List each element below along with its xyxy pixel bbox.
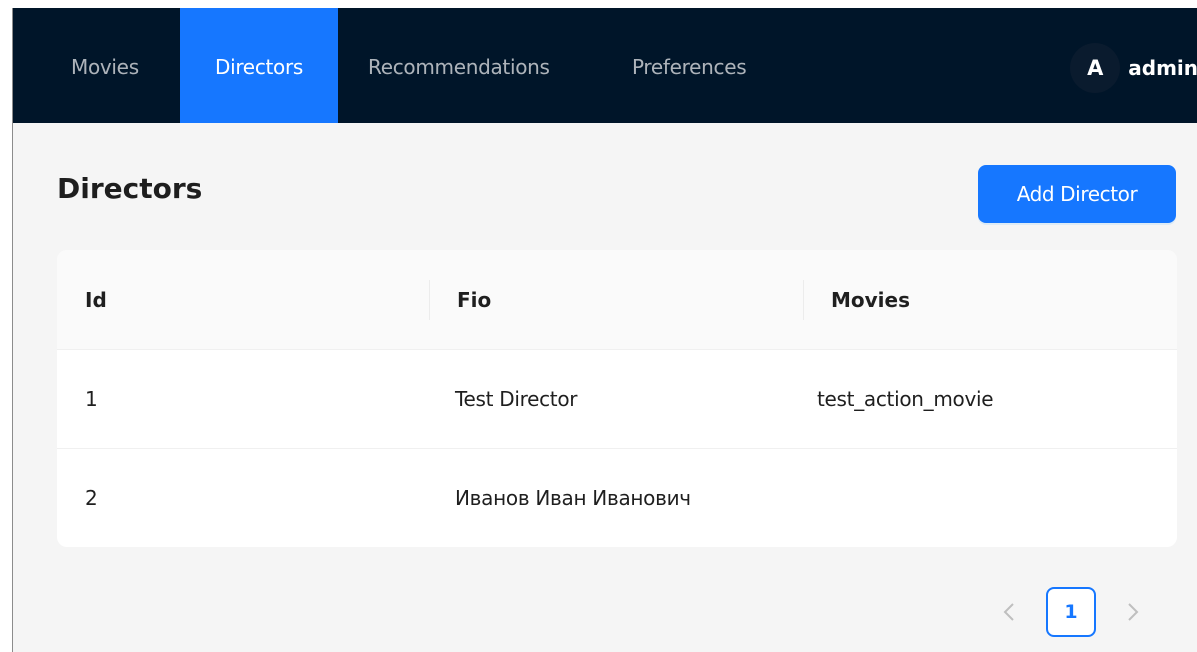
column-header-movies: Movies	[803, 250, 1177, 350]
add-director-button[interactable]: Add Director	[978, 165, 1176, 223]
nav-item-movies[interactable]: Movies	[71, 8, 139, 123]
table-row: 2 Иванов Иван Иванович	[57, 449, 1177, 548]
cell-fio: Test Director	[429, 349, 803, 449]
chevron-left-icon[interactable]	[983, 586, 1035, 638]
chevron-left-icon-glyph	[1003, 603, 1014, 621]
page-title: Directors	[57, 172, 203, 205]
cell-movies: test_action_movie	[803, 349, 1177, 449]
nav-item-preferences[interactable]: Preferences	[632, 8, 747, 123]
cell-fio: Иванов Иван Иванович	[455, 486, 691, 510]
top-navbar: Movies Directors Recommendations Prefere…	[13, 8, 1197, 123]
app-window: Movies Directors Recommendations Prefere…	[12, 8, 1197, 652]
table-row: 1 Test Director test_action_movie	[57, 349, 1177, 449]
cell-id: 1	[57, 349, 429, 449]
column-header-id: Id	[57, 250, 429, 350]
pagination: 1	[983, 586, 1159, 638]
cell-movies	[803, 449, 1177, 548]
nav-item-directors[interactable]: Directors	[180, 8, 338, 123]
column-header-fio: Fio	[429, 250, 803, 350]
username[interactable]: admin	[1128, 56, 1197, 80]
user-menu[interactable]: A admin	[1070, 43, 1197, 93]
table-header: Id Fio Movies	[57, 250, 1177, 350]
page-number-current[interactable]: 1	[1046, 587, 1096, 637]
directors-table: Id Fio Movies 1 Test Director test_actio…	[57, 250, 1177, 547]
chevron-right-icon[interactable]	[1107, 586, 1159, 638]
cell-id: 2	[85, 486, 98, 510]
nav-item-recommendations[interactable]: Recommendations	[368, 8, 550, 123]
chevron-right-icon-glyph	[1128, 603, 1139, 621]
avatar[interactable]: A	[1070, 43, 1121, 93]
